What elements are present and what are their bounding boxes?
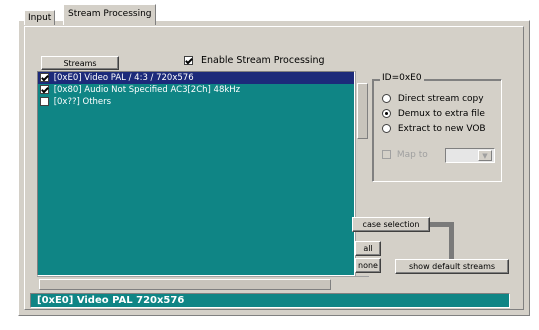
show-default-streams-button[interactable]: show default streams xyxy=(395,259,509,274)
chevron-down-icon[interactable]: ▼ xyxy=(478,150,492,161)
scrollbar-thumb[interactable] xyxy=(357,83,368,139)
list-item[interactable]: [0x80] Audio Not Specified AC3[2Ch] 48kH… xyxy=(38,84,354,96)
enable-label: Enable Stream Processing xyxy=(201,55,325,66)
stream-label: [0xE0] Video PAL / 4:3 / 720x576 xyxy=(53,73,194,83)
direct-stream-copy-radio[interactable]: Direct stream copy xyxy=(382,92,484,107)
option-label: Demux to extra file xyxy=(397,109,485,119)
all-button[interactable]: all xyxy=(355,241,381,256)
stream-checkbox[interactable] xyxy=(40,85,49,94)
group-title: ID=0xE0 xyxy=(380,73,424,83)
list-item[interactable]: [0x??] Others xyxy=(38,96,354,108)
stream-list[interactable]: [0xE0] Video PAL / 4:3 / 720x576 [0x80] … xyxy=(37,71,355,276)
stream-label: [0x80] Audio Not Specified AC3[2Ch] 48kH… xyxy=(53,85,241,95)
option-label: Direct stream copy xyxy=(397,94,484,104)
stream-checkbox[interactable] xyxy=(40,73,49,82)
map-to-dropdown[interactable]: ▼ xyxy=(445,148,495,163)
enable-stream-processing-checkbox[interactable]: Enable Stream Processing xyxy=(184,55,325,69)
stream-label: [0x??] Others xyxy=(53,97,112,107)
radio-icon xyxy=(382,94,391,103)
case-selection-button[interactable]: case selection xyxy=(352,217,430,232)
tab-input[interactable]: Input xyxy=(24,10,56,25)
hscroll-thumb[interactable] xyxy=(39,279,331,290)
status-text: [0xE0] Video PAL 720x576 xyxy=(37,295,185,306)
extract-to-new-vob-radio[interactable]: Extract to new VOB xyxy=(382,122,486,137)
stream-checkbox[interactable] xyxy=(40,97,49,106)
checkbox-icon xyxy=(184,56,193,65)
list-item[interactable]: [0xE0] Video PAL / 4:3 / 720x576 xyxy=(38,72,354,84)
bracket-connector xyxy=(430,222,454,260)
streams-button[interactable]: Streams xyxy=(41,56,119,70)
radio-icon xyxy=(382,124,391,133)
map-to-checkbox[interactable]: Map to xyxy=(382,150,428,160)
demux-to-extra-file-radio[interactable]: Demux to extra file xyxy=(382,107,485,122)
checkbox-icon xyxy=(382,150,391,159)
radio-icon xyxy=(382,109,391,118)
tab-stream-processing[interactable]: Stream Processing xyxy=(63,4,157,25)
map-to-label: Map to xyxy=(396,150,428,160)
status-bar: [0xE0] Video PAL 720x576 xyxy=(30,293,510,308)
horizontal-scrollbar[interactable] xyxy=(37,276,369,292)
none-button[interactable]: none xyxy=(355,258,381,273)
option-label: Extract to new VOB xyxy=(397,124,486,134)
